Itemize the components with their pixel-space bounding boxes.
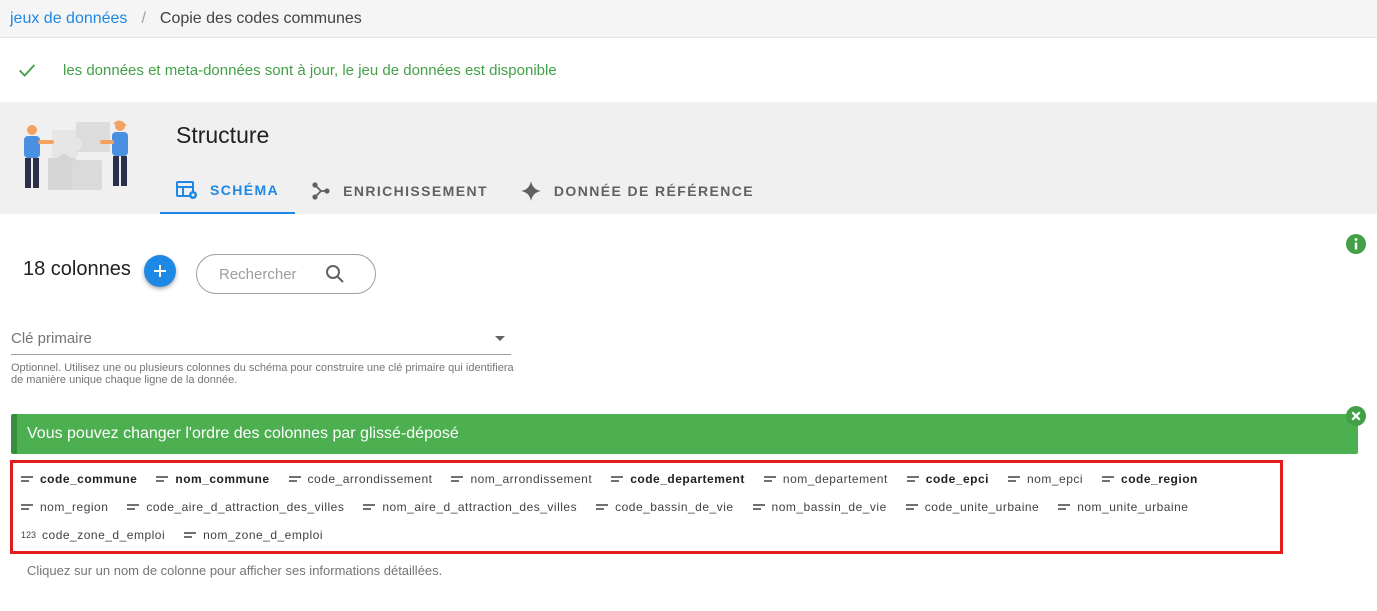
column-chip[interactable]: code_departement [611,472,745,486]
plus-icon [154,265,166,277]
info-icon[interactable] [1346,234,1366,254]
puzzle-illustration-icon [24,120,128,190]
columns-row-2: nom_region code_aire_d_attraction_des_vil… [21,497,1207,517]
search-input[interactable] [219,265,323,283]
column-chip[interactable]: code_epci [906,472,989,486]
column-name: nom_epci [1027,472,1084,486]
text-type-icon [763,476,776,482]
column-name: code_commune [40,472,138,486]
text-type-icon [1058,504,1071,510]
search-icon[interactable] [325,264,345,284]
breadcrumb-current: Copie des codes communes [159,9,362,27]
columns-row-1: code_commune nom_commune code_arrondisseme… [21,469,1217,489]
text-type-icon [752,504,765,510]
text-type-icon [1008,476,1020,482]
column-name: code_arrondissement [307,472,433,486]
text-type-icon [21,476,33,482]
column-chip[interactable]: nom_bassin_de_vie [752,500,887,514]
column-name: nom_unite_urbaine [1077,500,1189,514]
columns-row-3: 123 code_zone_d_emploi nom_zone_d_emploi [21,525,342,545]
breadcrumb: jeux de données / Copie des codes commun… [0,0,1377,38]
text-type-icon [611,476,624,482]
column-name: nom_region [40,500,109,514]
text-type-icon [451,476,464,482]
column-chip[interactable]: code_aire_d_attraction_des_villes [127,500,344,514]
column-name: code_bassin_de_vie [615,500,734,514]
column-count: 18 colonnes [23,258,131,280]
primary-key-select[interactable]: Clé primaire [11,322,511,355]
check-icon [19,64,36,77]
caret-down-icon [495,336,505,341]
text-type-icon [21,504,33,510]
column-name: nom_bassin_de_vie [771,500,887,514]
text-type-icon [905,504,918,510]
status-banner: les données et meta-données sont à jour,… [0,38,1377,102]
drag-alert-text: Vous pouvez changer l'ordre des colonnes… [27,425,459,442]
column-chip[interactable]: 123 code_zone_d_emploi [21,528,165,542]
column-chip[interactable]: nom_zone_d_emploi [184,528,323,542]
column-chip[interactable]: nom_aire_d_attraction_des_villes [363,500,577,514]
column-name: code_epci [925,472,989,486]
table-gear-icon [176,181,197,199]
column-chip[interactable]: code_bassin_de_vie [596,500,733,514]
text-type-icon [596,504,609,510]
search-field[interactable] [196,254,376,294]
tab-bar: SCHÉMA ENRICHISSEMENT DONNÉE DE RÉFÉRENC… [160,168,770,214]
text-type-icon [127,504,140,510]
columns-help-text: Cliquez sur un nom de colonne pour affic… [27,563,443,578]
column-chip[interactable]: nom_unite_urbaine [1058,500,1188,514]
primary-key-hint: Optionnel. Utilisez une ou plusieurs col… [11,362,514,386]
text-type-icon [184,532,197,538]
column-name: code_zone_d_emploi [42,528,166,542]
page-title: Structure [176,122,270,148]
number-type-icon: 123 [21,530,37,540]
column-name: code_departement [630,472,745,486]
column-chip[interactable]: nom_arrondissement [451,472,592,486]
column-chip[interactable]: nom_epci [1008,472,1083,486]
column-name: nom_departement [782,472,888,486]
column-chip[interactable]: code_arrondissement [288,472,433,486]
text-type-icon [288,476,301,482]
column-chip[interactable]: code_unite_urbaine [905,500,1040,514]
column-name: code_unite_urbaine [924,500,1040,514]
tab-schema-label: SCHÉMA [210,182,280,198]
tab-enrichment[interactable]: ENRICHISSEMENT [295,168,504,214]
tab-reference-data[interactable]: DONNÉE DE RÉFÉRENCE [504,168,770,214]
sparkle-icon [520,181,541,201]
primary-key-label: Clé primaire [11,329,92,347]
column-name: code_region [1121,472,1198,486]
add-column-button[interactable] [144,255,176,287]
column-name: nom_aire_d_attraction_des_villes [382,500,578,514]
structure-header: Structure SCHÉMA ENRICHISSEMENT DONNÉE D… [0,102,1377,214]
text-type-icon [363,504,376,510]
breadcrumb-link-datasets[interactable]: jeux de données [10,10,127,28]
column-chip[interactable]: code_commune [21,472,137,486]
column-chip[interactable]: nom_region [21,500,108,514]
column-chip[interactable]: code_region [1102,472,1198,486]
column-chip[interactable]: nom_departement [763,472,888,486]
column-name: nom_arrondissement [470,472,593,486]
columns-list: code_commune nom_commune code_arrondisseme… [10,460,1283,554]
column-chip[interactable]: nom_commune [156,472,269,486]
close-circle-icon[interactable] [1346,406,1366,426]
column-name: nom_commune [175,472,270,486]
status-message: les données et meta-données sont à jour,… [63,61,557,79]
text-type-icon [156,476,169,482]
column-name: code_aire_d_attraction_des_villes [146,500,345,514]
text-type-icon [906,476,919,482]
breadcrumb-separator: / [141,9,146,27]
text-type-icon [1102,476,1115,482]
drag-alert: Vous pouvez changer l'ordre des colonnes… [11,414,1358,454]
tab-enrichment-label: ENRICHISSEMENT [343,183,488,199]
tab-reference-data-label: DONNÉE DE RÉFÉRENCE [553,183,754,199]
tab-schema[interactable]: SCHÉMA [160,168,296,214]
graph-nodes-icon [312,182,330,200]
column-name: nom_zone_d_emploi [203,528,324,542]
